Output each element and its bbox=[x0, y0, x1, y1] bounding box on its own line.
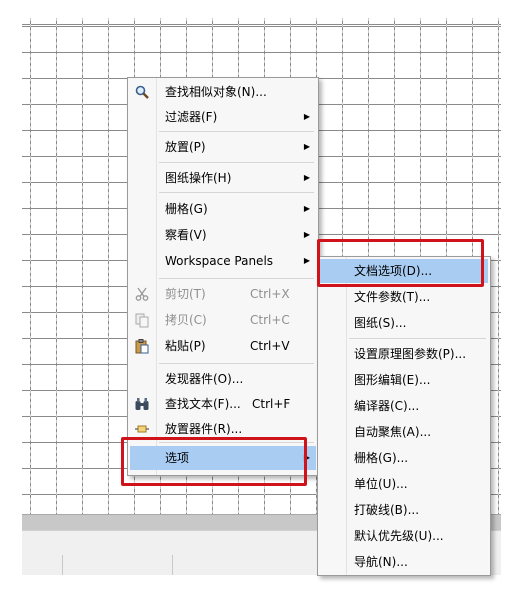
menu-item-cut[interactable]: 剪切(T) Ctrl+X bbox=[130, 282, 316, 306]
menu-separator bbox=[349, 338, 486, 339]
annotation-highlight-document-options bbox=[317, 239, 484, 287]
menu-item-find-similar[interactable]: 查找相似对象(N)... bbox=[130, 80, 316, 104]
shortcut-label: Ctrl+F bbox=[252, 397, 291, 411]
submenu-item-break-wire[interactable]: 打破线(B)... bbox=[320, 498, 488, 522]
menu-item-label: 编译器(C)... bbox=[354, 399, 420, 413]
menu-separator bbox=[159, 363, 314, 364]
submenu-item-graphical-editing[interactable]: 图形编辑(E)... bbox=[320, 368, 488, 392]
binoculars-icon bbox=[134, 396, 150, 412]
shortcut-label: Ctrl+X bbox=[250, 287, 290, 301]
submenu-arrow-icon: ▶ bbox=[303, 173, 310, 182]
menu-item-view[interactable]: 察看(V) ▶ bbox=[130, 223, 316, 247]
menu-item-label: 剪切(T) bbox=[165, 287, 206, 301]
copy-icon bbox=[134, 312, 150, 328]
annotation-highlight-options bbox=[121, 437, 307, 486]
menu-item-label: Workspace Panels bbox=[165, 254, 274, 268]
menu-item-label: 图形编辑(E)... bbox=[354, 373, 431, 387]
menu-item-label: 文件参数(T)... bbox=[354, 290, 431, 304]
menu-item-find-text[interactable]: 查找文本(F)... Ctrl+F bbox=[130, 392, 316, 416]
menu-item-filter[interactable]: 过滤器(F) ▶ bbox=[130, 105, 316, 129]
menu-item-label: 图纸(S)... bbox=[354, 316, 407, 330]
submenu-item-auto-focus[interactable]: 自动聚焦(A)... bbox=[320, 420, 488, 444]
submenu-arrow-icon: ▶ bbox=[303, 204, 310, 213]
menu-item-sheet-actions[interactable]: 图纸操作(H) ▶ bbox=[130, 166, 316, 190]
menu-item-paste[interactable]: 粘贴(P) Ctrl+V bbox=[130, 334, 316, 358]
scissors-icon bbox=[134, 286, 150, 302]
menu-item-label: 默认优先级(U)... bbox=[354, 529, 444, 543]
menu-item-label: 察看(V) bbox=[165, 228, 207, 242]
menu-item-label: 拷贝(C) bbox=[165, 313, 207, 327]
menu-item-label: 图纸操作(H) bbox=[165, 171, 232, 185]
menu-item-label: 栅格(G) bbox=[165, 202, 208, 216]
search-icon bbox=[134, 84, 150, 100]
paste-icon bbox=[134, 338, 150, 354]
menu-item-label: 过滤器(F) bbox=[165, 110, 218, 124]
menu-item-label: 查找文本(F)... bbox=[165, 397, 241, 411]
submenu-item-grids[interactable]: 栅格(G)... bbox=[320, 446, 488, 470]
menu-item-label: 放置(P) bbox=[165, 140, 206, 154]
submenu-arrow-icon: ▶ bbox=[303, 112, 310, 121]
submenu-arrow-icon: ▶ bbox=[303, 230, 310, 239]
menu-separator bbox=[159, 278, 314, 279]
submenu-item-sheet[interactable]: 图纸(S)... bbox=[320, 311, 488, 335]
menu-item-copy[interactable]: 拷贝(C) Ctrl+C bbox=[130, 308, 316, 332]
submenu-item-navigation[interactable]: 导航(N)... bbox=[320, 550, 488, 574]
shortcut-label: Ctrl+C bbox=[250, 313, 290, 327]
submenu-item-default-primitives[interactable]: 默认优先级(U)... bbox=[320, 524, 488, 548]
menu-item-label: 查找相似对象(N)... bbox=[165, 85, 267, 99]
submenu-arrow-icon: ▶ bbox=[303, 256, 310, 265]
shortcut-label: Ctrl+V bbox=[250, 339, 290, 353]
menu-item-label: 发现器件(O)... bbox=[165, 372, 244, 386]
menu-separator bbox=[159, 131, 314, 132]
submenu-item-document-parameters[interactable]: 文件参数(T)... bbox=[320, 285, 488, 309]
submenu-arrow-icon: ▶ bbox=[303, 142, 310, 151]
menu-item-label: 导航(N)... bbox=[354, 555, 408, 569]
menu-item-discover-parts[interactable]: 发现器件(O)... bbox=[130, 367, 316, 391]
context-menu: 查找相似对象(N)... 过滤器(F) ▶ 放置(P) ▶ 图纸操作(H) ▶ … bbox=[127, 77, 319, 476]
menu-item-label: 单位(U)... bbox=[354, 477, 408, 491]
menu-item-grid[interactable]: 栅格(G) ▶ bbox=[130, 197, 316, 221]
menu-item-label: 自动聚焦(A)... bbox=[354, 425, 432, 439]
submenu-item-units[interactable]: 单位(U)... bbox=[320, 472, 488, 496]
menu-item-label: 粘贴(P) bbox=[165, 339, 206, 353]
menu-separator bbox=[159, 192, 314, 193]
place-part-icon bbox=[134, 421, 150, 437]
menu-item-label: 设置原理图参数(P)... bbox=[354, 347, 467, 361]
menu-item-place[interactable]: 放置(P) ▶ bbox=[130, 135, 316, 159]
submenu-item-schematic-preferences[interactable]: 设置原理图参数(P)... bbox=[320, 342, 488, 366]
menu-item-label: 栅格(G)... bbox=[354, 451, 409, 465]
menu-separator bbox=[159, 162, 314, 163]
menu-item-label: 打破线(B)... bbox=[354, 503, 420, 517]
menu-item-workspace-panels[interactable]: Workspace Panels ▶ bbox=[130, 249, 316, 273]
submenu-item-compiler[interactable]: 编译器(C)... bbox=[320, 394, 488, 418]
options-submenu: 文档选项(D)... 文件参数(T)... 图纸(S)... 设置原理图参数(P… bbox=[317, 256, 491, 576]
